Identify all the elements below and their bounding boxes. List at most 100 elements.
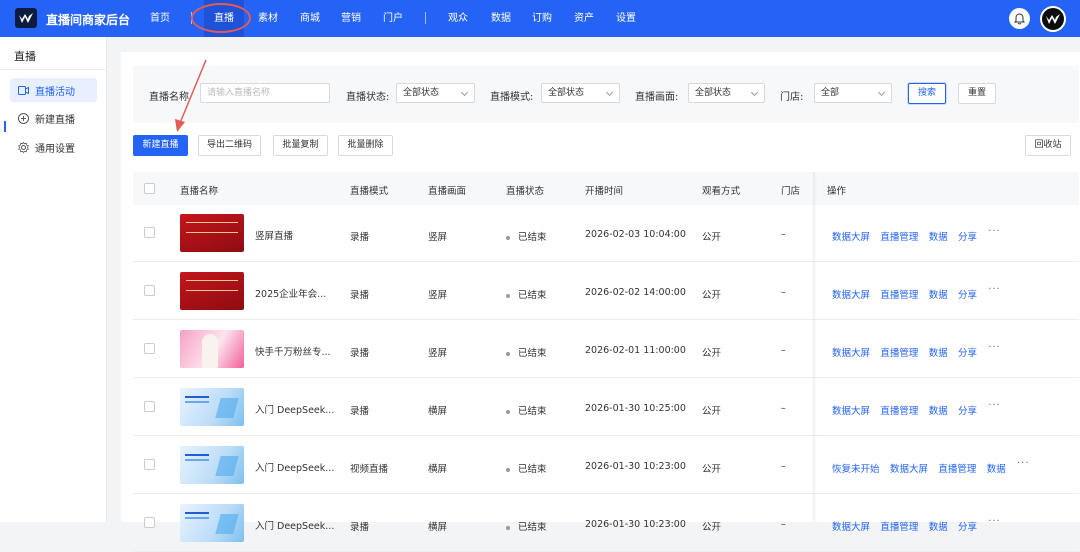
row-action-link[interactable]: 分享 xyxy=(958,287,977,301)
more-actions-icon[interactable]: ··· xyxy=(988,400,1001,411)
row-action-link[interactable]: 直播管理 xyxy=(938,461,976,475)
nav-settings[interactable]: 设置 xyxy=(616,0,636,37)
live-status: 已结束 xyxy=(506,403,547,417)
sidebar-item-live-activity[interactable]: 直播活动 xyxy=(10,78,97,102)
live-mode: 录播 xyxy=(350,522,370,533)
row-action-link[interactable]: 数据 xyxy=(929,345,948,359)
live-status-text: 已结束 xyxy=(518,464,547,475)
more-actions-icon[interactable]: ··· xyxy=(988,284,1001,295)
user-avatar[interactable] xyxy=(1040,6,1066,32)
row-action-link[interactable]: 分享 xyxy=(958,345,977,359)
row-checkbox[interactable] xyxy=(144,517,155,528)
row-action-link[interactable]: 数据 xyxy=(929,403,948,417)
nav-data[interactable]: 数据 xyxy=(491,0,511,37)
live-cover-thumbnail[interactable] xyxy=(180,504,244,542)
sidebar-divider xyxy=(0,69,107,70)
row-action-link[interactable]: 数据大屏 xyxy=(832,229,870,243)
live-name[interactable]: 入门 DeepSeek... xyxy=(255,402,334,416)
store-select[interactable]: 全部 xyxy=(814,83,892,103)
live-status-text: 已结束 xyxy=(518,232,547,243)
row-action-link[interactable]: 分享 xyxy=(958,403,977,417)
row-action-link[interactable]: 直播管理 xyxy=(880,345,918,359)
more-actions-icon[interactable]: ··· xyxy=(988,342,1001,353)
live-name[interactable]: 入门 DeepSeek... xyxy=(255,460,334,474)
live-store: – xyxy=(781,403,786,414)
row-action-link[interactable]: 数据大屏 xyxy=(832,287,870,301)
export-qr-button[interactable]: 导出二维码 xyxy=(198,135,261,156)
sidebar-item-new-live[interactable]: 新建直播 xyxy=(10,106,97,130)
status-dot xyxy=(506,351,510,356)
live-screen: 竖屏 xyxy=(428,348,448,359)
row-action-link[interactable]: 分享 xyxy=(958,519,977,533)
reset-button[interactable]: 重置 xyxy=(958,83,996,104)
row-action-link[interactable]: 直播管理 xyxy=(880,229,918,243)
live-view-mode: 公开 xyxy=(702,464,722,475)
logo-icon xyxy=(19,12,33,23)
live-status-text: 已结束 xyxy=(518,348,547,359)
live-status: 已结束 xyxy=(506,345,547,359)
select-all-checkbox[interactable] xyxy=(144,183,155,194)
row-action-link[interactable]: 恢复未开始 xyxy=(832,461,880,475)
status-dot xyxy=(506,293,510,298)
table-header: 直播名称 直播模式 直播画面 直播状态 开播时间 观看方式 门店 操作 xyxy=(133,172,1079,205)
nav-material[interactable]: 素材 xyxy=(258,0,278,37)
chevron-down-icon xyxy=(750,88,759,97)
row-action-link[interactable]: 直播管理 xyxy=(880,403,918,417)
row-checkbox[interactable] xyxy=(144,285,155,296)
live-status-text: 已结束 xyxy=(518,290,547,301)
mode-select[interactable]: 全部状态 xyxy=(541,83,620,103)
search-button[interactable]: 搜索 xyxy=(908,83,946,104)
batch-delete-button[interactable]: 批量删除 xyxy=(338,135,393,156)
table-row: 快手千万粉丝专... 录播 竖屏 已结束 2026-02-01 11:00:00 公开 – 数… xyxy=(133,321,1079,378)
row-action-link[interactable]: 直播管理 xyxy=(880,287,918,301)
row-action-link[interactable]: 数据大屏 xyxy=(832,345,870,359)
more-actions-icon[interactable]: ··· xyxy=(1017,458,1030,469)
sidebar-item-label: 通用设置 xyxy=(35,143,75,155)
nav-mall[interactable]: 商城 xyxy=(300,0,320,37)
sidebar-item-general-settings[interactable]: 通用设置 xyxy=(10,135,97,159)
nav-home[interactable]: 首页 xyxy=(150,0,170,37)
live-mode: 录播 xyxy=(350,232,370,243)
name-search-input[interactable]: 请输入直播名称 xyxy=(200,83,330,103)
row-checkbox[interactable] xyxy=(144,459,155,470)
fixed-column-shadow xyxy=(813,172,817,522)
nav-assets[interactable]: 资产 xyxy=(574,0,594,37)
live-cover-thumbnail[interactable] xyxy=(180,388,244,426)
new-live-button[interactable]: 新建直播 xyxy=(133,135,188,156)
app-logo[interactable] xyxy=(15,8,37,28)
nav-audience[interactable]: 观众 xyxy=(448,0,468,37)
nav-portal[interactable]: 门户 xyxy=(383,0,403,37)
row-action-link[interactable]: 数据大屏 xyxy=(890,461,928,475)
row-checkbox[interactable] xyxy=(144,401,155,412)
filter-panel: 直播名称 请输入直播名称 直播状态: 全部状态 直播模式: 全部状态 直播画面:… xyxy=(133,66,1079,123)
live-name[interactable]: 2025企业年会... xyxy=(255,286,326,300)
row-action-link[interactable]: 数据 xyxy=(987,461,1006,475)
live-cover-thumbnail[interactable] xyxy=(180,272,244,310)
live-name[interactable]: 入门 DeepSeek... xyxy=(255,518,334,532)
notification-button[interactable] xyxy=(1009,8,1030,29)
row-action-link[interactable]: 数据 xyxy=(929,287,948,301)
batch-copy-button[interactable]: 批量复制 xyxy=(273,135,328,156)
live-name[interactable]: 快手千万粉丝专... xyxy=(255,344,331,358)
live-cover-thumbnail[interactable] xyxy=(180,330,244,368)
row-action-link[interactable]: 数据大屏 xyxy=(832,403,870,417)
row-checkbox[interactable] xyxy=(144,343,155,354)
nav-marketing[interactable]: 营销 xyxy=(341,0,361,37)
screen-select[interactable]: 全部状态 xyxy=(688,83,765,103)
live-name[interactable]: 竖屏直播 xyxy=(255,228,293,242)
table-row: 入门 DeepSeek... 录播 横屏 已结束 2026-01-30 10:25:00… xyxy=(133,379,1079,436)
live-cover-thumbnail[interactable] xyxy=(180,446,244,484)
more-actions-icon[interactable]: ··· xyxy=(988,226,1001,237)
row-action-link[interactable]: 分享 xyxy=(958,229,977,243)
recycle-bin-button[interactable]: 回收站 xyxy=(1025,135,1071,156)
mode-select-value: 全部状态 xyxy=(548,88,585,98)
row-action-link[interactable]: 直播管理 xyxy=(880,519,918,533)
live-cover-thumbnail[interactable] xyxy=(180,214,244,252)
status-select[interactable]: 全部状态 xyxy=(396,83,475,103)
row-checkbox[interactable] xyxy=(144,227,155,238)
row-action-link[interactable]: 数据大屏 xyxy=(832,519,870,533)
row-action-link[interactable]: 数据 xyxy=(929,229,948,243)
nav-orders[interactable]: 订购 xyxy=(532,0,552,37)
row-action-link[interactable]: 数据 xyxy=(929,519,948,533)
status-dot xyxy=(506,525,510,530)
